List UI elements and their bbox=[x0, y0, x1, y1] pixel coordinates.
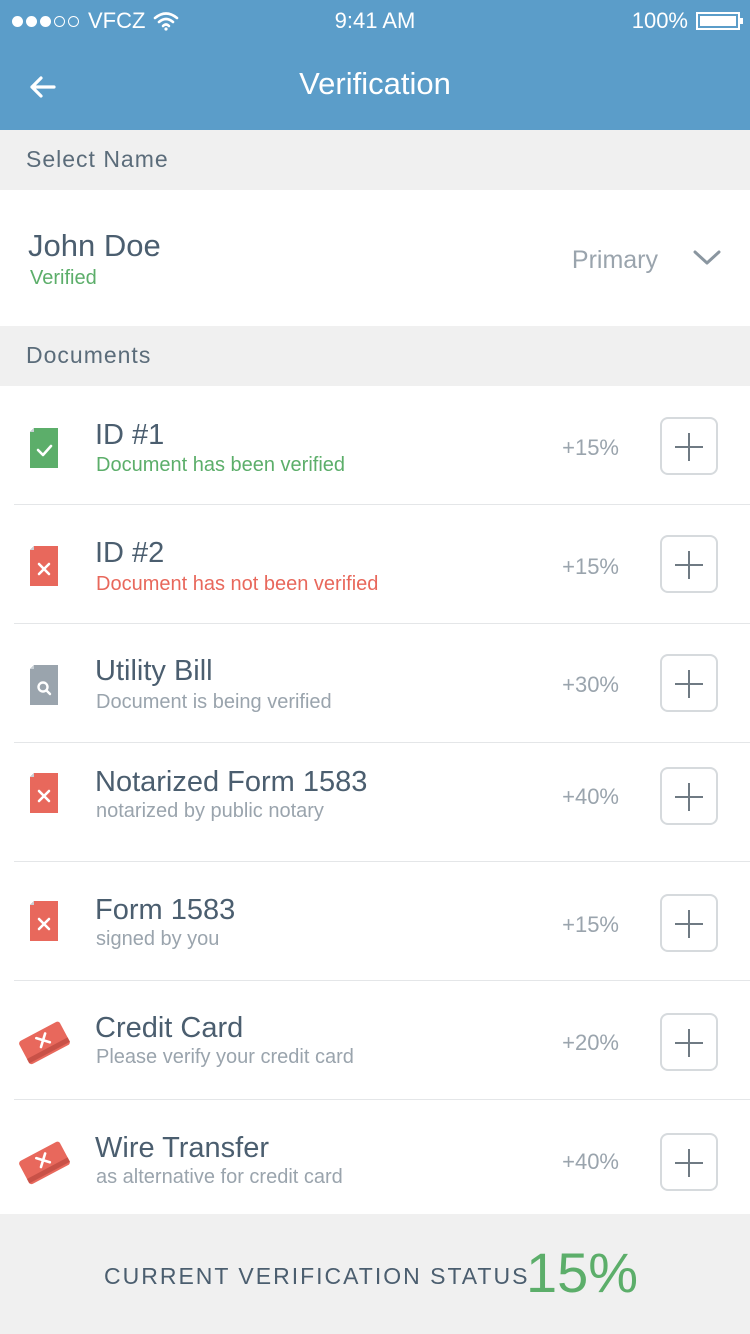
chevron-down-icon[interactable] bbox=[692, 248, 722, 268]
document-status: as alternative for credit card bbox=[96, 1166, 343, 1188]
document-verified-icon bbox=[30, 428, 58, 468]
document-title: Utility Bill bbox=[95, 655, 213, 687]
document-percent: +30% bbox=[562, 672, 619, 697]
add-document-button[interactable] bbox=[660, 1013, 718, 1071]
document-status: Document is being verified bbox=[96, 691, 332, 713]
name-type-label: Primary bbox=[571, 246, 658, 274]
document-row-id-1: ID #1 Document has been verified +15% bbox=[0, 386, 750, 505]
add-document-button[interactable] bbox=[660, 894, 718, 952]
document-rejected-icon bbox=[30, 546, 58, 586]
top-bar: VFCZ 9:41 AM 100% Verification bbox=[0, 0, 750, 130]
document-percent: +15% bbox=[562, 912, 619, 937]
add-document-button[interactable] bbox=[660, 535, 718, 593]
document-row-wire-transfer: Wire Transfer as alternative for credit … bbox=[0, 1100, 750, 1219]
document-row-form-1583: Form 1583 signed by you +15% bbox=[0, 862, 750, 981]
page-title: Verification bbox=[299, 66, 451, 101]
verification-status-label: CURRENT VERIFICATION STATUS bbox=[104, 1263, 530, 1289]
document-search-icon bbox=[30, 665, 58, 705]
add-document-button[interactable] bbox=[660, 767, 718, 825]
documents-header: Documents bbox=[0, 326, 750, 386]
battery-percent: 100% bbox=[631, 8, 688, 33]
document-title: Credit Card bbox=[95, 1012, 244, 1044]
select-name-label: Select Name bbox=[26, 146, 169, 172]
document-row-notarized-form: Notarized Form 1583 notarized by public … bbox=[0, 743, 750, 862]
document-status: notarized by public notary bbox=[96, 800, 324, 822]
name-selector[interactable]: John Doe Verified Primary bbox=[0, 190, 750, 326]
document-title: Notarized Form 1583 bbox=[95, 766, 368, 798]
document-row-credit-card: Credit Card Please verify your credit ca… bbox=[0, 981, 750, 1100]
document-title: Form 1583 bbox=[95, 894, 236, 926]
document-title: Wire Transfer bbox=[95, 1132, 270, 1164]
document-row-utility-bill: Utility Bill Document is being verified … bbox=[0, 624, 750, 743]
document-status: Please verify your credit card bbox=[96, 1046, 354, 1068]
card-rejected-icon bbox=[19, 1021, 70, 1065]
card-rejected-icon bbox=[19, 1141, 70, 1185]
document-percent: +15% bbox=[562, 554, 619, 579]
select-name-header: Select Name bbox=[0, 130, 750, 190]
add-document-button[interactable] bbox=[660, 654, 718, 712]
document-status: Document has not been verified bbox=[96, 573, 379, 595]
document-title: ID #2 bbox=[95, 537, 165, 569]
status-bar: VFCZ 9:41 AM 100% bbox=[0, 0, 750, 42]
selected-name: John Doe bbox=[28, 228, 161, 263]
document-percent: +20% bbox=[562, 1030, 619, 1055]
add-document-button[interactable] bbox=[660, 417, 718, 475]
verification-status-footer: CURRENT VERIFICATION STATUS 15% bbox=[0, 1214, 750, 1334]
add-document-button[interactable] bbox=[660, 1133, 718, 1191]
battery-status: 100% bbox=[631, 8, 743, 34]
document-percent: +40% bbox=[562, 1149, 619, 1174]
document-percent: +15% bbox=[562, 435, 619, 460]
document-percent: +40% bbox=[562, 784, 619, 809]
verification-status-value: 15% bbox=[526, 1241, 639, 1304]
document-list: ID #1 Document has been verified +15% ID… bbox=[0, 386, 750, 1219]
document-status: Document has been verified bbox=[96, 454, 346, 476]
document-status: signed by you bbox=[96, 928, 220, 950]
battery-icon bbox=[696, 12, 743, 30]
documents-label: Documents bbox=[26, 342, 152, 368]
name-verified-status: Verified bbox=[30, 267, 97, 289]
document-row-id-2: ID #2 Document has not been verified +15… bbox=[0, 505, 750, 624]
document-title: ID #1 bbox=[95, 419, 165, 451]
document-rejected-icon bbox=[30, 773, 58, 813]
document-rejected-icon bbox=[30, 901, 58, 941]
